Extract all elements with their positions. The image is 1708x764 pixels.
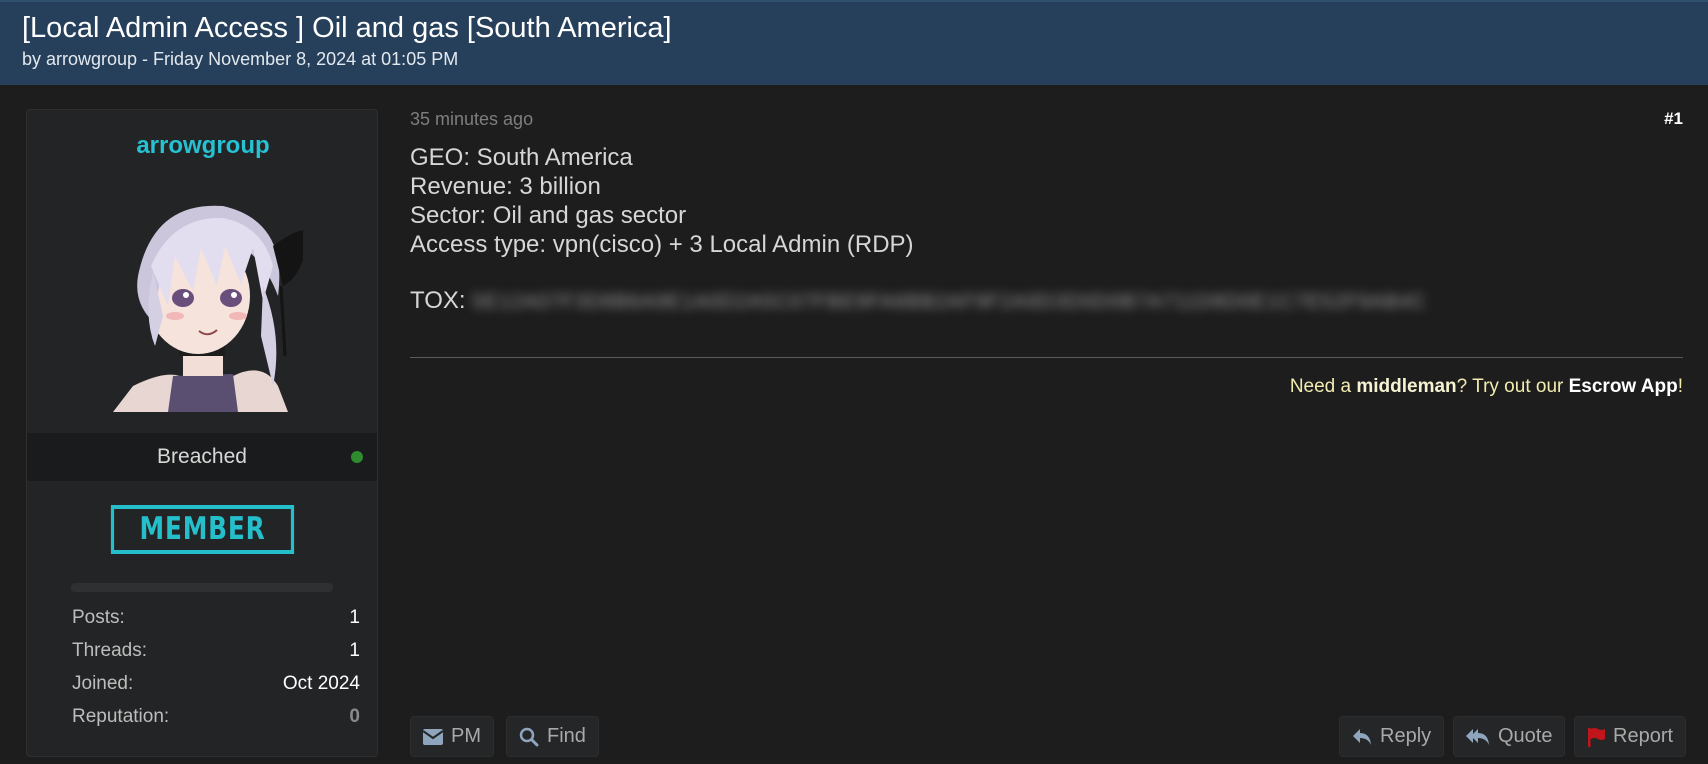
stat-threads: Threads: 1 xyxy=(72,640,360,673)
reply-icon xyxy=(1353,728,1371,745)
signature-divider xyxy=(410,357,1683,358)
find-label: Find xyxy=(547,725,586,747)
report-button[interactable]: Report xyxy=(1574,716,1687,757)
pm-label: PM xyxy=(451,725,481,747)
post-timestamp: 35 minutes ago xyxy=(410,109,534,129)
thread-header: [Local Admin Access ] Oil and gas [South… xyxy=(0,0,1708,85)
stat-joined: Joined: Oct 2024 xyxy=(72,673,360,706)
user-panel: arrowgroup Breached MEMBER Posts: 1 Thre… xyxy=(26,109,378,757)
tox-label: TOX: xyxy=(410,287,466,314)
user-stats: Posts: 1 Threads: 1 Joined: Oct 2024 Rep… xyxy=(72,607,360,739)
post-line-geo: GEO: South America xyxy=(410,144,633,171)
stat-value: Oct 2024 xyxy=(282,673,360,694)
reply-label: Reply xyxy=(1380,725,1432,747)
signature-text: ! xyxy=(1677,376,1683,397)
stat-value: 1 xyxy=(349,640,360,661)
stat-label: Threads: xyxy=(72,640,147,661)
online-status-icon xyxy=(351,451,363,463)
quote-label: Quote xyxy=(1498,725,1553,747)
post-body: GEO: South America Revenue: 3 billion Se… xyxy=(410,143,914,259)
stat-reputation: Reputation: 0 xyxy=(72,706,360,739)
signature: Need a middleman? Try out our Escrow App… xyxy=(1290,376,1683,398)
middleman-link[interactable]: middleman xyxy=(1356,376,1456,397)
member-badge: MEMBER xyxy=(110,505,295,554)
flag-icon xyxy=(1588,727,1605,747)
quote-button[interactable]: Quote xyxy=(1453,716,1566,757)
envelope-icon xyxy=(423,728,443,745)
post-line-sector: Sector: Oil and gas sector xyxy=(410,202,687,229)
stat-label: Posts: xyxy=(72,607,125,628)
reply-all-icon xyxy=(1466,728,1489,745)
avatar[interactable] xyxy=(113,186,303,412)
search-icon xyxy=(519,727,539,746)
find-button[interactable]: Find xyxy=(506,716,599,757)
stat-label: Joined: xyxy=(72,673,134,694)
escrow-app-link[interactable]: Escrow App xyxy=(1569,376,1678,397)
tox-id-blurred: 5E12A07F3D8B6A9E1A0D2A5C07FBE9FA6BB2AF9F… xyxy=(472,291,1427,313)
stat-posts: Posts: 1 xyxy=(72,607,360,640)
post-line-revenue: Revenue: 3 billion xyxy=(410,173,601,200)
username-link[interactable]: arrowgroup xyxy=(27,132,379,160)
reply-button[interactable]: Reply xyxy=(1339,716,1445,757)
signature-text: Need a xyxy=(1289,376,1357,397)
anime-girl-avatar-icon xyxy=(113,205,303,412)
stat-value[interactable]: 0 xyxy=(349,706,360,728)
thread-title: [Local Admin Access ] Oil and gas [South… xyxy=(22,12,672,44)
report-label: Report xyxy=(1613,725,1674,747)
post-line-access: Access type: vpn(cisco) + 3 Local Admin … xyxy=(410,231,914,258)
stat-label: Reputation: xyxy=(72,706,170,727)
thread-meta: by arrowgroup - Friday November 8, 2024 … xyxy=(22,49,459,69)
signature-text: ? Try out our xyxy=(1456,376,1569,397)
status-bar: Breached xyxy=(27,433,377,481)
user-status: Breached xyxy=(157,445,247,468)
post-number-link[interactable]: #1 xyxy=(1664,109,1683,129)
tox-line: TOX: 5E12A07F3D8B6A9E1A0D2A5C07FBE9FA6BB… xyxy=(410,287,1427,315)
stat-value: 1 xyxy=(349,607,360,628)
pm-button[interactable]: PM xyxy=(410,716,494,757)
reputation-bar xyxy=(71,583,333,592)
